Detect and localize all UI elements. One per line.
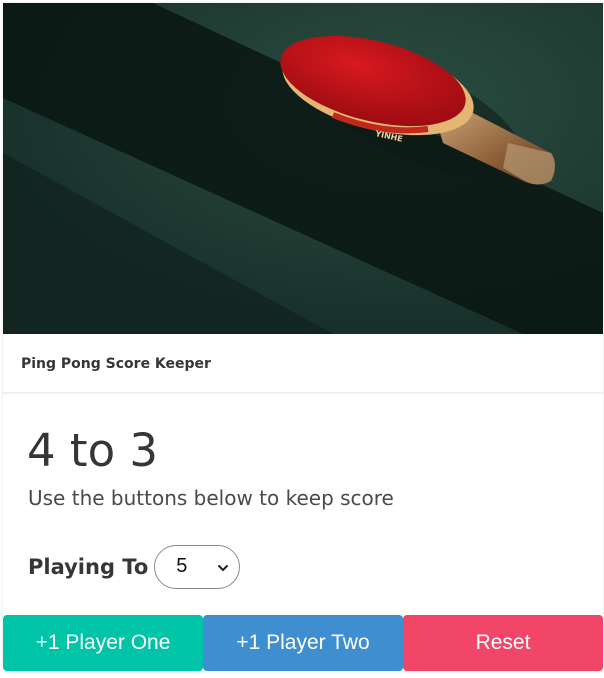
ping-pong-photo: YINHE [3,3,603,334]
playing-to-selected-value: 5 [176,555,188,577]
player-two-button[interactable]: +1 Player Two [203,615,403,671]
score-display: 4 to 3 [27,424,159,477]
card-header: Ping Pong Score Keeper [3,334,603,393]
page-title: Ping Pong Score Keeper [21,356,211,372]
chevron-down-icon [218,565,229,571]
score-keeper-card: YINHE Ping Pong Score Keeper 4 to 3 Use … [3,3,603,671]
playing-to-label: Playing To [28,555,149,579]
reset-button[interactable]: Reset [403,615,603,671]
playing-to-row: Playing To 5 [28,543,241,591]
player-one-button[interactable]: +1 Player One [3,615,203,671]
playing-to-select[interactable]: 5 [154,545,241,589]
instructions-text: Use the buttons below to keep score [28,486,394,510]
button-row: +1 Player One +1 Player Two Reset [3,615,603,671]
